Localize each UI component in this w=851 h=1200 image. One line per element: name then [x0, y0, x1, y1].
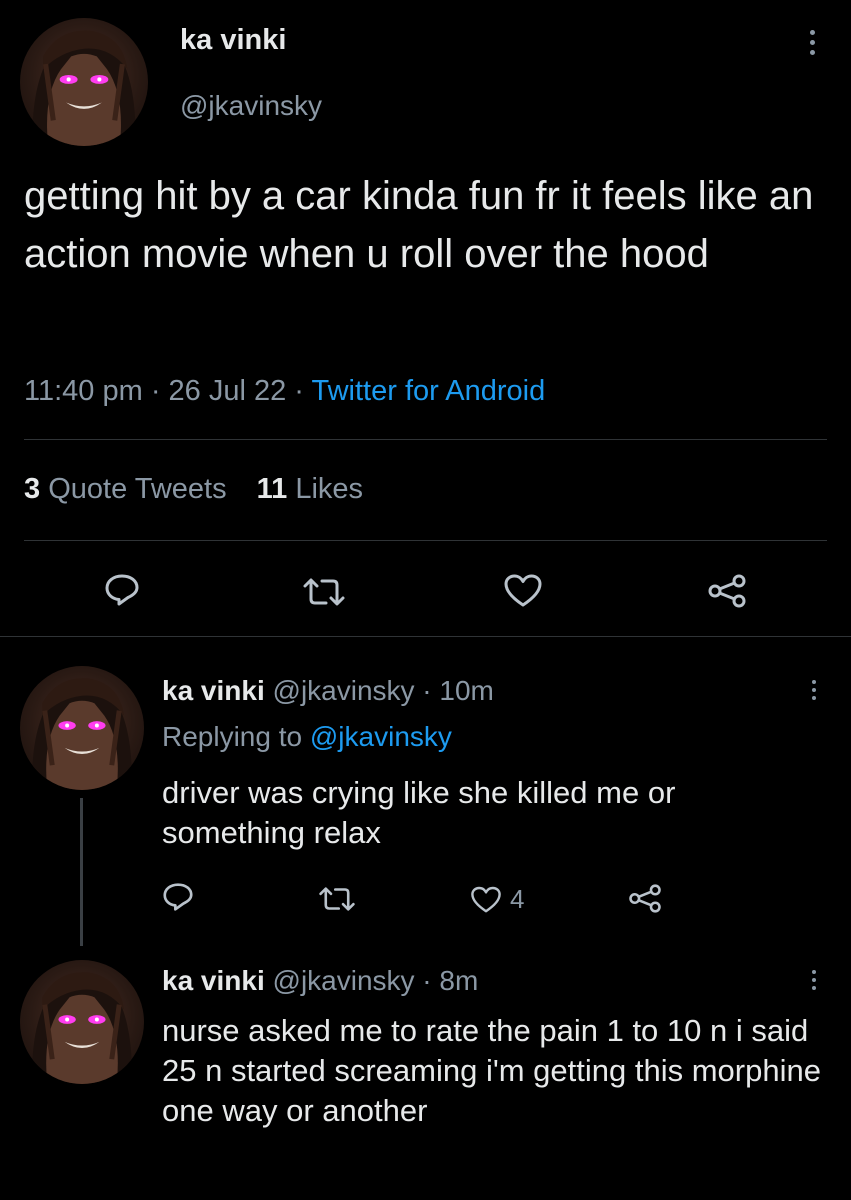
retweet-icon: [319, 887, 355, 911]
like-button[interactable]: 4: [470, 884, 524, 915]
tweet-stats: 3 Quote Tweets 11 Likes: [24, 473, 363, 506]
replying-to: Replying to @jkavinsky: [162, 721, 452, 753]
avatar[interactable]: [20, 18, 148, 146]
reply-button[interactable]: [104, 573, 140, 607]
tweet-time[interactable]: 11:40 pm: [24, 375, 143, 407]
quote-tweets-link[interactable]: 3 Quote Tweets: [24, 473, 227, 505]
thread-connector: [80, 798, 83, 946]
avatar-image: [32, 972, 132, 1084]
reply-button[interactable]: [162, 882, 194, 912]
like-count: 4: [510, 884, 525, 914]
reply-icon: [105, 574, 139, 606]
more-icon[interactable]: [806, 30, 818, 55]
author-name[interactable]: ka vinki: [162, 675, 265, 706]
divider: [24, 540, 827, 541]
retweet-icon: [303, 578, 345, 606]
likes-label: Likes: [295, 473, 364, 505]
avatar[interactable]: [20, 666, 144, 790]
avatar[interactable]: [20, 960, 144, 1084]
tweet-thread: ka vinki @jkavinsky getting hit by a car…: [0, 0, 851, 1200]
retweet-button[interactable]: [302, 577, 346, 607]
share-icon: [708, 574, 746, 608]
handle-time[interactable]: @jkavinsky · 10m: [273, 675, 494, 706]
author-name[interactable]: ka vinki: [180, 24, 286, 57]
meta-separator: ·: [286, 375, 312, 407]
share-button[interactable]: [706, 574, 748, 608]
tweet-text: getting hit by a car kinda fun fr it fee…: [24, 174, 814, 276]
more-icon[interactable]: [808, 680, 820, 700]
share-icon: [629, 884, 661, 913]
likes-link[interactable]: 11 Likes: [257, 473, 363, 505]
author-handle[interactable]: @jkavinsky: [180, 90, 322, 122]
avatar-image: [32, 678, 132, 790]
replying-prefix: Replying to: [162, 721, 310, 752]
quote-tweets-count: 3: [24, 473, 41, 505]
reply-icon: [163, 883, 193, 911]
divider: [24, 439, 827, 440]
reply-header: ka vinki @jkavinsky · 10m: [162, 675, 494, 707]
retweet-button[interactable]: [318, 886, 356, 912]
tweet-date[interactable]: 26 Jul 22: [169, 375, 287, 407]
reply-text: nurse asked me to rate the pain 1 to 10 …: [162, 1013, 821, 1128]
author-name[interactable]: ka vinki: [162, 965, 265, 996]
like-icon: [471, 886, 501, 912]
reply-header: ka vinki @jkavinsky · 8m: [162, 965, 478, 997]
meta-separator: ·: [142, 375, 169, 407]
like-button[interactable]: [503, 574, 543, 608]
divider: [0, 636, 851, 637]
handle-time[interactable]: @jkavinsky · 8m: [273, 965, 479, 996]
avatar-image: [32, 30, 136, 146]
like-icon: [504, 574, 542, 607]
more-icon[interactable]: [808, 970, 820, 990]
reply-text: driver was crying like she killed me or …: [162, 775, 676, 850]
likes-count: 11: [256, 473, 288, 505]
quote-tweets-label: Quote Tweets: [48, 473, 227, 505]
tweet-source[interactable]: Twitter for Android: [312, 375, 546, 407]
share-button[interactable]: [627, 884, 663, 913]
replying-mention[interactable]: @jkavinsky: [310, 721, 452, 752]
tweet-meta: 11:40 pm · 26 Jul 22 · Twitter for Andro…: [24, 375, 545, 408]
